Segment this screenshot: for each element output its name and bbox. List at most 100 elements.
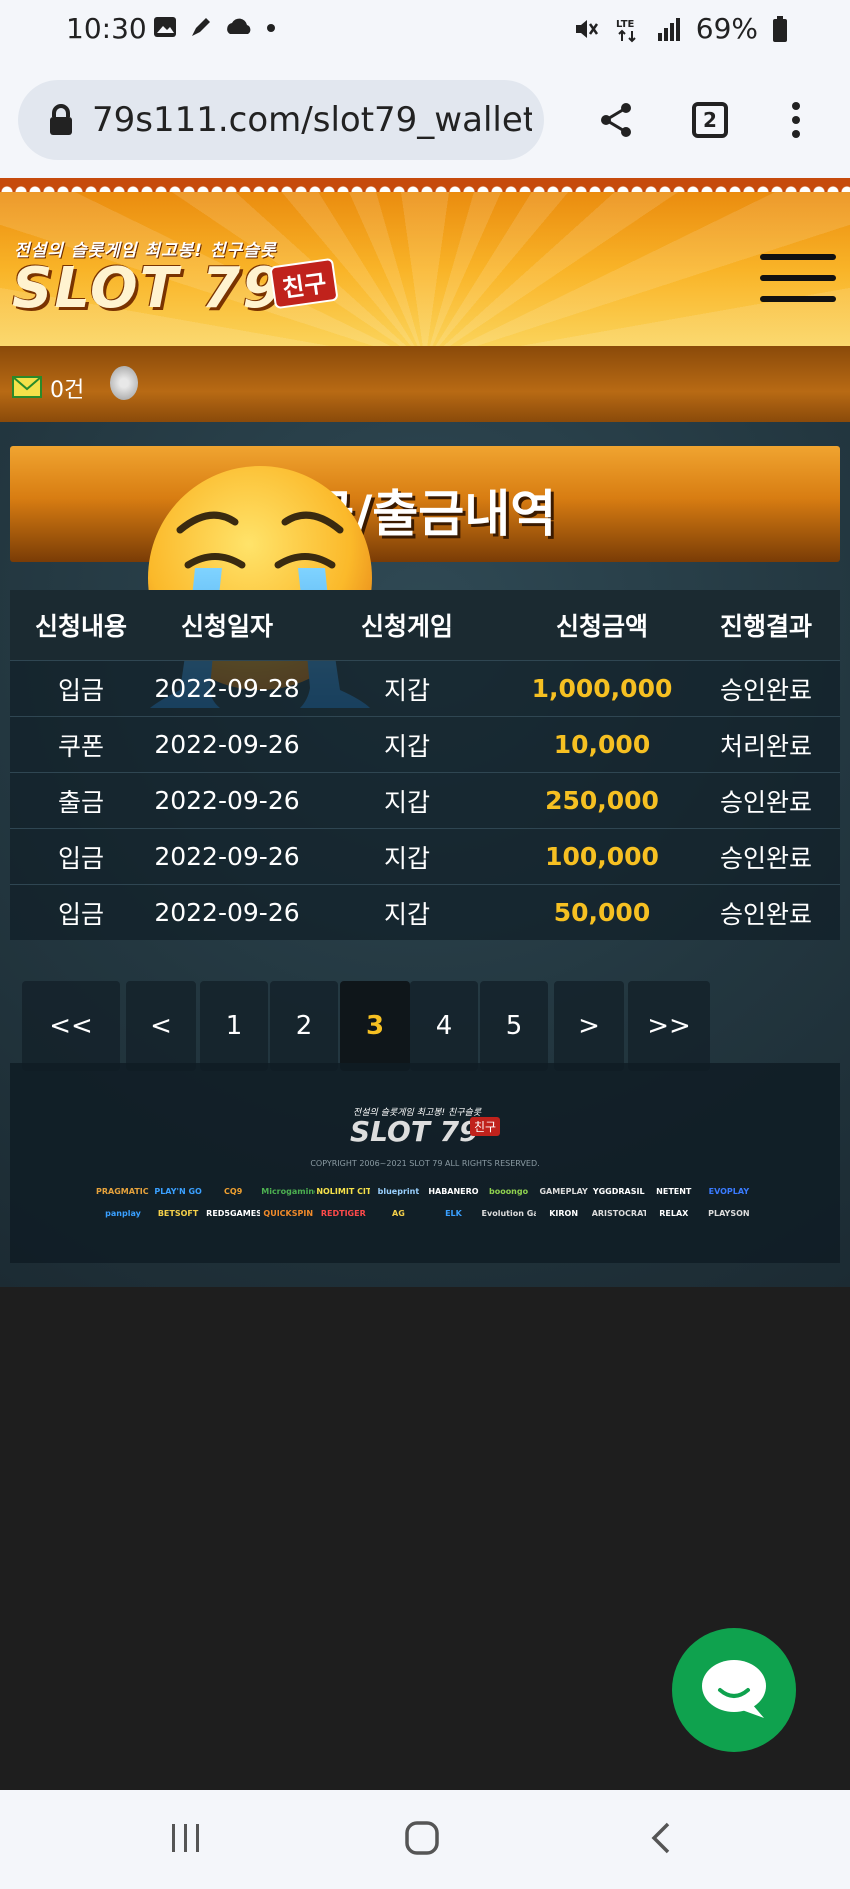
provider-logo: YGGDRASIL [592,1187,645,1196]
provider-logo: Microgaming [261,1187,316,1196]
page-next-button[interactable]: > [554,981,624,1071]
provider-logo: NETENT [656,1187,692,1196]
user-info-bar: 0건 [0,346,850,422]
cloud-icon [227,18,251,34]
column-header: 신청내용 [34,612,127,641]
page-number-button[interactable]: 4 [410,981,478,1071]
provider-logo: NOLIMIT CITY [316,1187,371,1196]
cell-status: 승인완료 [719,843,812,873]
provider-logo: QUICKSPIN [263,1209,314,1218]
site-logo[interactable]: SLOT 79 [12,256,283,321]
cell-status: 승인완료 [719,787,812,817]
mute-icon [575,19,598,38]
cell-amount: 250,000 [545,786,659,815]
cell-game: 지갑 [383,899,430,929]
table-row: 입금 2022-09-28 지갑 1,000,000 승인완료 [10,660,840,716]
chat-bubble-icon [702,1660,766,1718]
cell-status: 승인완료 [719,899,812,929]
hamburger-menu-icon[interactable] [760,254,836,317]
more-menu-icon[interactable] [788,100,804,140]
cell-status: 승인완료 [719,675,812,705]
site-header: 전설의 슬롯게임 최고봉! 친구슬롯 SLOT 79 친구 [0,178,850,346]
message-count[interactable]: 0건 [50,372,84,404]
logo-badge: 친구 [269,257,339,310]
site-content: 전설의 슬롯게임 최고봉! 친구슬롯 SLOT 79 친구 0건 금/출금내역 … [0,178,850,1287]
provider-logo: PLAY'N GO [154,1187,202,1196]
footer-logo: SLOT 79 [350,1115,479,1148]
page-number-current[interactable]: 3 [340,981,410,1071]
provider-logo: EVOPLAY [708,1187,750,1196]
dot-icon [267,24,275,32]
cell-date: 2022-09-28 [154,674,300,703]
chat-button[interactable] [672,1628,796,1752]
system-status: LTE 69% [572,12,788,45]
cell-amount: 1,000,000 [531,674,673,703]
provider-logo: ARISTOCRAT [591,1209,646,1218]
provider-logo: BETSOFT [157,1209,199,1218]
battery-icon [773,15,787,42]
cell-amount: 10,000 [553,730,651,759]
lte-icon: LTE [616,19,636,42]
provider-logo: RED5GAMES [206,1209,261,1218]
page-number-button[interactable]: 5 [480,981,548,1071]
provider-logo: GAMEPLAY [539,1187,588,1196]
status-time: 10:30 [66,12,147,45]
mail-icon[interactable] [12,376,42,398]
back-icon[interactable] [648,1820,674,1856]
table-row: 입금 2022-09-26 지갑 100,000 승인완료 [10,828,840,884]
column-header: 신청게임 [360,612,453,641]
cell-game: 지갑 [383,787,430,817]
table-row: 입금 2022-09-26 지갑 50,000 승인완료 [10,884,840,940]
cell-game: 지갑 [383,731,430,761]
cell-game: 지갑 [383,843,430,873]
provider-logo: booongo [488,1187,529,1196]
table-row: 출금 2022-09-26 지갑 250,000 승인완료 [10,772,840,828]
address-bar[interactable]: 79s111.com/slot79_wallet/ [18,80,544,160]
page-prev-button[interactable]: < [126,981,196,1071]
page-first-button[interactable]: << [22,981,120,1071]
system-navigation-bar [0,1790,850,1889]
provider-logo: AG [392,1209,405,1218]
provider-logo: RELAX [659,1209,689,1218]
recent-apps-icon[interactable] [168,1820,204,1856]
provider-logos-row-2: panplay BETSOFT RED5GAMES QUICKSPIN REDT… [96,1209,756,1218]
cell-type: 입금 [57,675,104,705]
share-icon[interactable] [596,100,636,140]
notification-icons [152,14,278,40]
pagination: << < 1 2 3 4 5 > >> [22,981,830,1071]
home-icon[interactable] [404,1820,440,1856]
page-title-banner: 금/출금내역 [10,446,840,562]
header-scallop-border [0,178,850,192]
provider-logo: Evolution Gaming [481,1209,536,1218]
column-header: 신청일자 [180,612,273,641]
cell-game: 지갑 [383,675,430,705]
cell-status: 처리완료 [719,731,812,761]
svg-text:LTE: LTE [616,19,635,30]
table-header: 신청내용 신청일자 신청게임 신청금액 진행결과 [10,590,840,660]
page-last-button[interactable]: >> [628,981,710,1071]
cell-amount: 100,000 [545,842,659,871]
provider-logo: ELK [445,1209,462,1218]
provider-logo: panplay [105,1209,141,1218]
cell-type: 출금 [57,787,104,817]
provider-logo: KIRON [549,1209,579,1218]
level-medal-icon [110,366,138,400]
transaction-history-table: 신청내용 신청일자 신청게임 신청금액 진행결과 입금 2022-09-28 지… [10,590,840,940]
lock-icon [50,104,72,135]
cell-date: 2022-09-26 [154,842,300,871]
provider-logos-row-1: PRAGMATIC PLAY PLAY'N GO CQ9 Microgaming… [96,1187,756,1196]
tab-switcher-button[interactable]: 2 [692,102,728,138]
site-footer: 전설의 슬롯게임 최고봉! 친구슬롯 SLOT 79 친구 COPYRIGHT … [10,1063,840,1263]
cell-type: 입금 [57,899,104,929]
url-text[interactable]: 79s111.com/slot79_wallet/ [92,100,532,140]
page-number-button[interactable]: 1 [200,981,268,1071]
cell-date: 2022-09-26 [154,898,300,927]
signal-icon [657,17,680,41]
provider-logo: PRAGMATIC PLAY [96,1187,150,1196]
table-row: 쿠폰 2022-09-26 지갑 10,000 처리완료 [10,716,840,772]
footer-logo-badge: 친구 [470,1117,501,1136]
cell-date: 2022-09-26 [154,786,300,815]
column-header: 진행결과 [719,612,812,641]
page-number-button[interactable]: 2 [270,981,338,1071]
cell-amount: 50,000 [553,898,651,927]
